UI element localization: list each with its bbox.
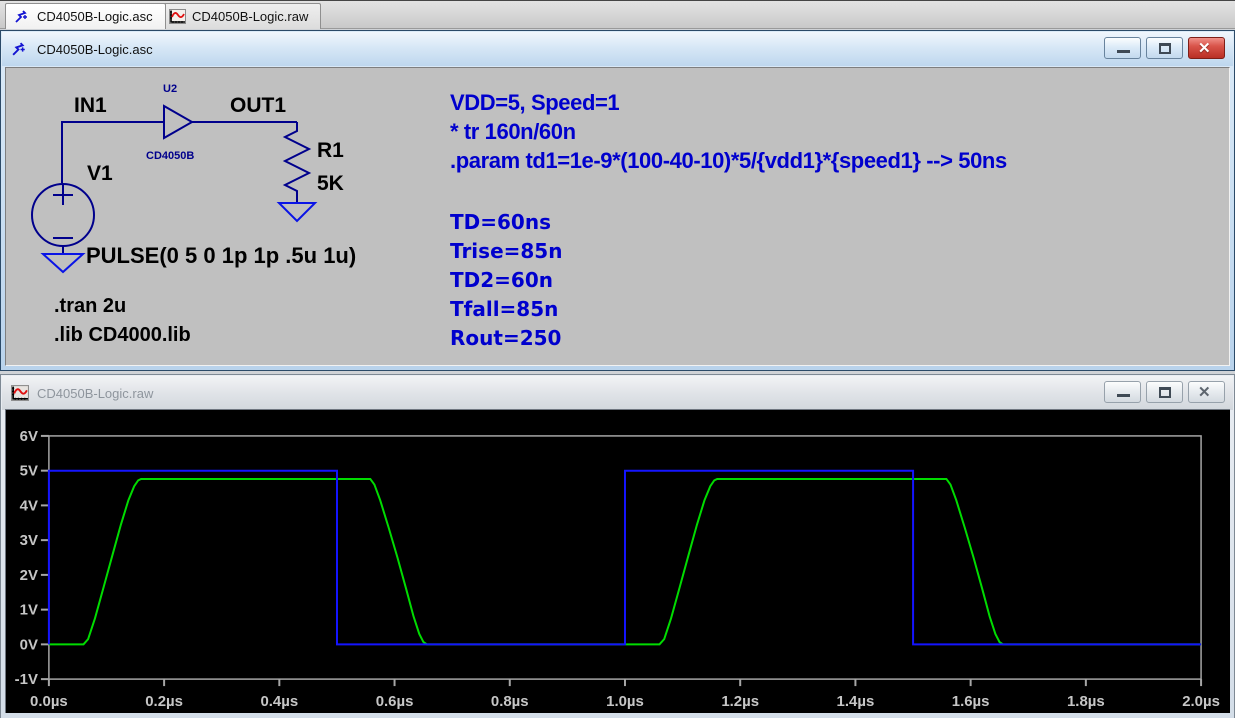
maximize-button[interactable] xyxy=(1146,37,1183,59)
buffer-part[interactable]: CD4050B xyxy=(146,150,194,162)
y-tick-label: 3V xyxy=(20,532,38,549)
close-icon: ✕ xyxy=(1198,41,1211,56)
source-value[interactable]: PULSE(0 5 0 1p 1p .5u 1u) xyxy=(86,243,356,269)
y-tick-label: 1V xyxy=(20,602,38,619)
waveform-window: CD4050B-Logic.raw ✕ V(out1) V(in1) 6V5V4… xyxy=(0,374,1235,718)
x-tick-label: 1.4µs xyxy=(837,693,875,710)
x-tick-label: 1.6µs xyxy=(952,693,990,710)
minimize-icon xyxy=(1117,394,1130,397)
maximize-button[interactable] xyxy=(1146,381,1183,403)
schematic-canvas[interactable]: IN1 U2 OUT1 CD4050B V1 R1 5K PULSE(0 5 0… xyxy=(5,67,1230,366)
y-tick-label: 5V xyxy=(20,463,38,480)
close-button[interactable]: ✕ xyxy=(1188,37,1225,59)
waveform-chart[interactable]: 6V 5V 4V 3V 2V 1V 0V -1V 0.0µs 0.2µs 0.4µs 0.6µs 0.8… xyxy=(6,410,1230,713)
y-tick-label: -1V xyxy=(15,671,38,688)
waveform-icon xyxy=(169,9,186,24)
directive-tran[interactable]: .tran 2u xyxy=(54,295,126,318)
maximize-icon xyxy=(1159,43,1171,54)
minimize-icon xyxy=(1117,50,1130,53)
x-tick-label: 0.6µs xyxy=(376,693,414,710)
net-label-in1[interactable]: IN1 xyxy=(74,94,107,118)
tab-label: CD4050B-Logic.raw xyxy=(192,9,308,24)
schematic-window: CD4050B-Logic.asc ✕ IN1 U2 xyxy=(0,30,1235,371)
plus-icon xyxy=(53,185,73,205)
note-vdd[interactable]: VDD=5, Speed=1 xyxy=(450,90,619,116)
tab-raw-file[interactable]: CD4050B-Logic.raw xyxy=(160,3,321,29)
param-trise[interactable]: Trise=85n xyxy=(450,239,562,263)
note-param[interactable]: .param td1=1e-9*(100-40-10)*5/{vdd1}*{sp… xyxy=(450,148,1007,174)
x-tick-label: 2.0µs xyxy=(1182,693,1220,710)
ltspice-app: CD4050B-Logic.asc CD4050B-Logic.raw CD40… xyxy=(0,0,1235,718)
schematic-titlebar[interactable]: CD4050B-Logic.asc xyxy=(2,32,1233,66)
param-tfall[interactable]: Tfall=85n xyxy=(450,297,558,321)
x-tick-label: 1.0µs xyxy=(606,693,644,710)
x-tick-label: 0.8µs xyxy=(491,693,529,710)
y-tick-label: 2V xyxy=(20,567,38,584)
resistor-ref[interactable]: R1 xyxy=(317,139,344,163)
x-tick-label: 1.2µs xyxy=(721,693,759,710)
y-tick-label: 4V xyxy=(20,497,38,514)
waveform-plot-area[interactable]: V(out1) V(in1) 6V5V4V3V2V1V0V-1V0.0µs0.2… xyxy=(5,409,1230,713)
schematic-icon xyxy=(11,41,29,57)
close-button[interactable]: ✕ xyxy=(1188,381,1225,403)
x-tick-label: 0.2µs xyxy=(145,693,183,710)
param-td2[interactable]: TD2=60n xyxy=(450,268,553,292)
y-tick-label: 0V xyxy=(20,636,38,653)
ground-symbol-v1[interactable] xyxy=(43,254,83,272)
schematic-icon xyxy=(14,9,31,24)
tab-schematic-file[interactable]: CD4050B-Logic.asc xyxy=(5,3,166,29)
window-title: CD4050B-Logic.raw xyxy=(37,386,153,401)
minimize-button[interactable] xyxy=(1104,37,1141,59)
buffer-ref[interactable]: U2 xyxy=(163,83,177,95)
param-td[interactable]: TD=60ns xyxy=(450,210,551,234)
y-tick-label: 6V xyxy=(20,428,38,445)
minimize-button[interactable] xyxy=(1104,381,1141,403)
waveform-icon xyxy=(11,385,29,401)
buffer-symbol[interactable] xyxy=(164,106,192,138)
close-icon: ✕ xyxy=(1198,385,1211,400)
document-tab-bar: CD4050B-Logic.asc CD4050B-Logic.raw xyxy=(0,0,1235,29)
param-rout[interactable]: Rout=250 xyxy=(450,326,561,350)
window-title: CD4050B-Logic.asc xyxy=(37,42,153,57)
net-label-out1[interactable]: OUT1 xyxy=(230,94,286,118)
ground-symbol-r1[interactable] xyxy=(279,203,315,221)
maximize-icon xyxy=(1159,387,1171,398)
x-tick-label: 1.8µs xyxy=(1067,693,1105,710)
trace-V(in1)[interactable] xyxy=(49,471,1201,645)
waveform-titlebar[interactable]: CD4050B-Logic.raw xyxy=(2,376,1233,410)
tab-label: CD4050B-Logic.asc xyxy=(37,9,153,24)
resistor-value[interactable]: 5K xyxy=(317,172,344,196)
x-tick-label: 0.4µs xyxy=(260,693,298,710)
directive-lib[interactable]: .lib CD4000.lib xyxy=(54,324,191,347)
note-tr[interactable]: * tr 160n/60n xyxy=(450,119,576,145)
source-ref[interactable]: V1 xyxy=(87,162,113,186)
x-tick-label: 0.0µs xyxy=(30,693,68,710)
resistor-symbol[interactable] xyxy=(285,122,309,203)
